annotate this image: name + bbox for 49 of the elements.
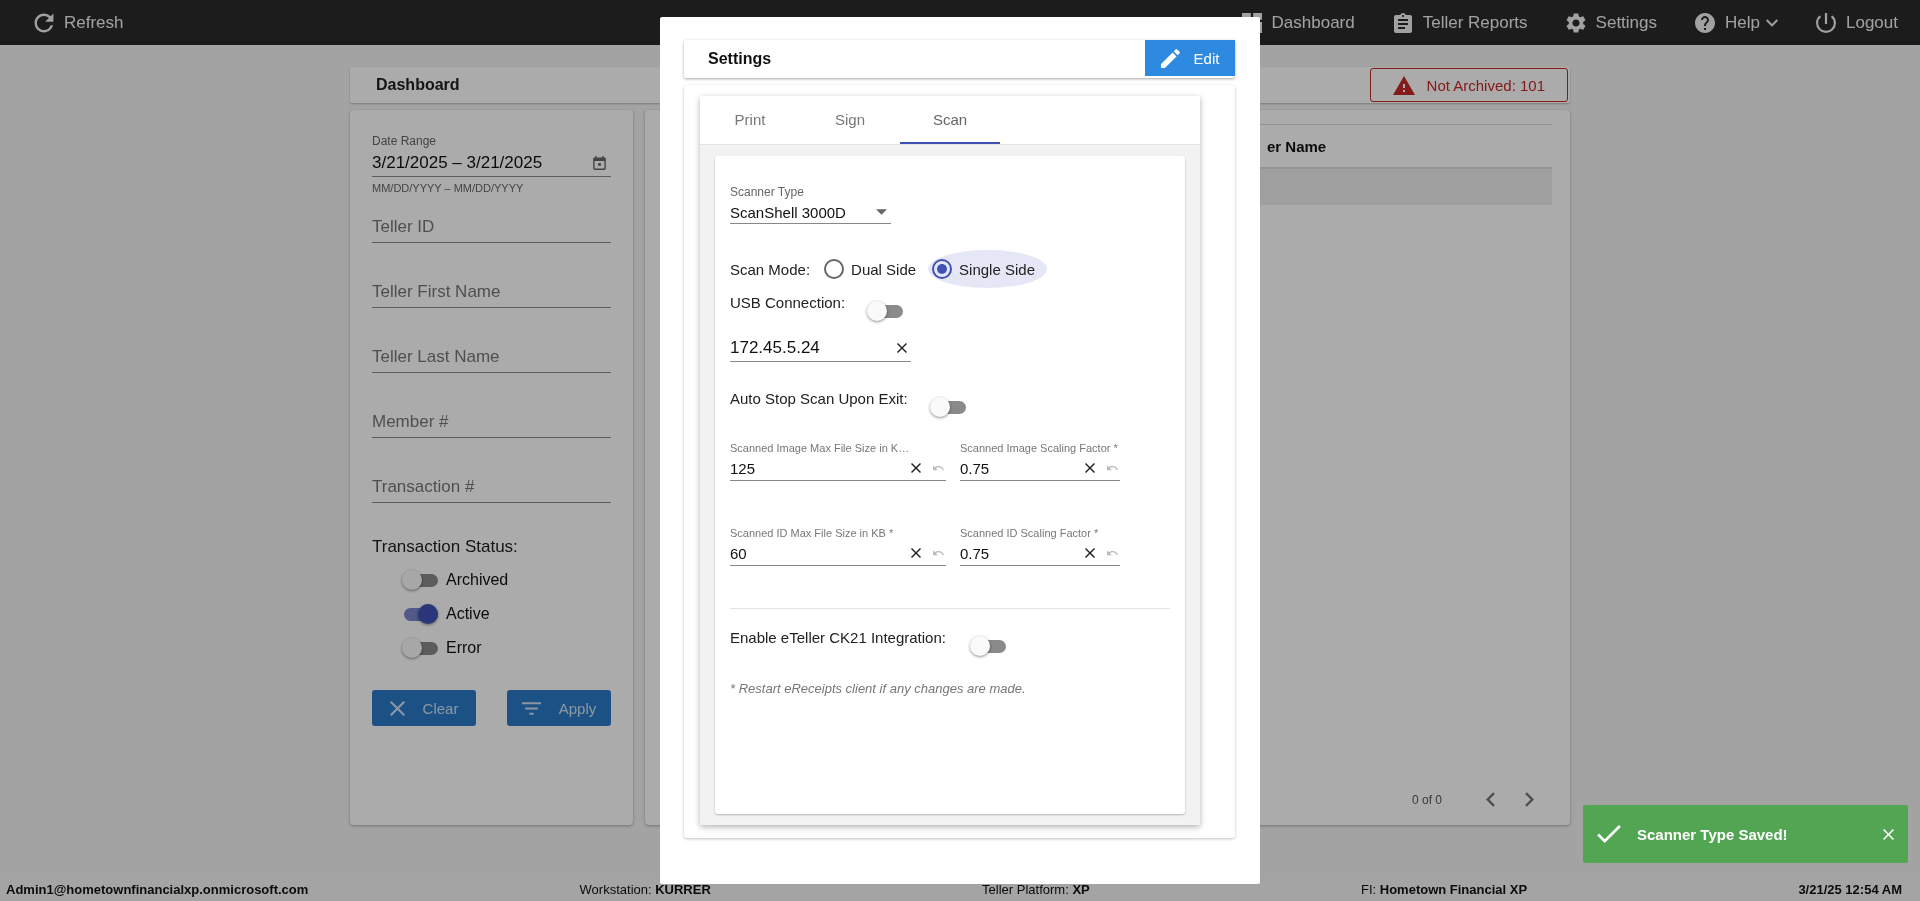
field-hint: MM/DD/YYYY – MM/DD/YYYY [372, 182, 525, 194]
input-field[interactable]: Member # [372, 412, 611, 432]
field-label: Scanned ID Max File Size in KB * [730, 527, 895, 539]
status-item: Teller Platform: XP [982, 881, 1090, 897]
input-field[interactable]: 0.75 [960, 459, 1085, 477]
not-archived-button[interactable]: Not Archived: 101 [1369, 68, 1568, 102]
user-email: Admin1@hometownfinancialxp.onmicrosoft.com [6, 881, 309, 897]
tab[interactable]: Sign [800, 96, 900, 144]
nav-link[interactable]: Help [1695, 12, 1778, 33]
field-label: Scanned Image Max File Size in K… [730, 442, 911, 454]
toggle-label: Auto Stop Scan Upon Exit: [730, 390, 908, 407]
field-label: Scanned ID Scaling Factor * [960, 527, 1100, 539]
column-header: er Name [1267, 137, 1327, 155]
field-label: Scan Mode: [730, 260, 811, 278]
page-count: 0 of 0 [1411, 792, 1442, 807]
field-label: Date Range [372, 134, 438, 148]
refresh-button[interactable]: Refresh [34, 12, 124, 33]
input-field[interactable]: 172.45.5.24 [730, 337, 897, 358]
date-time: 3/21/25 12:54 AM [1798, 881, 1902, 897]
edit-button[interactable]: Edit [1145, 40, 1235, 76]
input-field[interactable]: 0.75 [960, 544, 1085, 562]
radio-option[interactable]: Single Side [928, 250, 1047, 288]
dialog-title: Settings [708, 50, 772, 68]
nav-link[interactable]: Logout [1816, 12, 1898, 33]
input-field[interactable]: 125 [730, 459, 911, 477]
toggle-label: USB Connection: [730, 294, 846, 311]
status-item: Workstation: KURRER [579, 881, 711, 897]
section-label: Transaction Status: [372, 537, 519, 557]
radio-option[interactable]: Dual Side [820, 250, 929, 288]
nav-link[interactable]: Settings [1565, 12, 1658, 33]
input-field[interactable]: 60 [730, 544, 911, 562]
input-field[interactable]: Transaction # [372, 477, 611, 497]
input-field[interactable]: Teller Last Name [372, 347, 611, 367]
toggle-label: Active [446, 605, 490, 623]
toast-message: Scanner Type Saved! [1637, 825, 1789, 843]
tab[interactable]: Print [700, 96, 800, 144]
field-label: Scanner Type [730, 185, 805, 199]
input-field[interactable]: Teller ID [372, 217, 611, 237]
toggle-label: Enable eTeller CK21 Integration: [730, 629, 946, 646]
date-range-field[interactable]: 3/21/2025 – 3/21/2025 [372, 152, 593, 173]
input-field[interactable]: Teller First Name [372, 282, 611, 302]
toggle-label: Archived [446, 571, 509, 589]
field-label: Scanned Image Scaling Factor * [960, 442, 1119, 454]
dropdown[interactable]: ScanShell 3000D [730, 201, 891, 224]
page-title: Dashboard [376, 76, 460, 94]
nav-link[interactable]: Teller Reports [1392, 12, 1528, 33]
note-text: * Restart eReceipts client if any changes are made. [730, 681, 1027, 696]
status-item: FI: Hometown Financial XP [1361, 881, 1528, 897]
toggle-label: Error [446, 639, 482, 657]
